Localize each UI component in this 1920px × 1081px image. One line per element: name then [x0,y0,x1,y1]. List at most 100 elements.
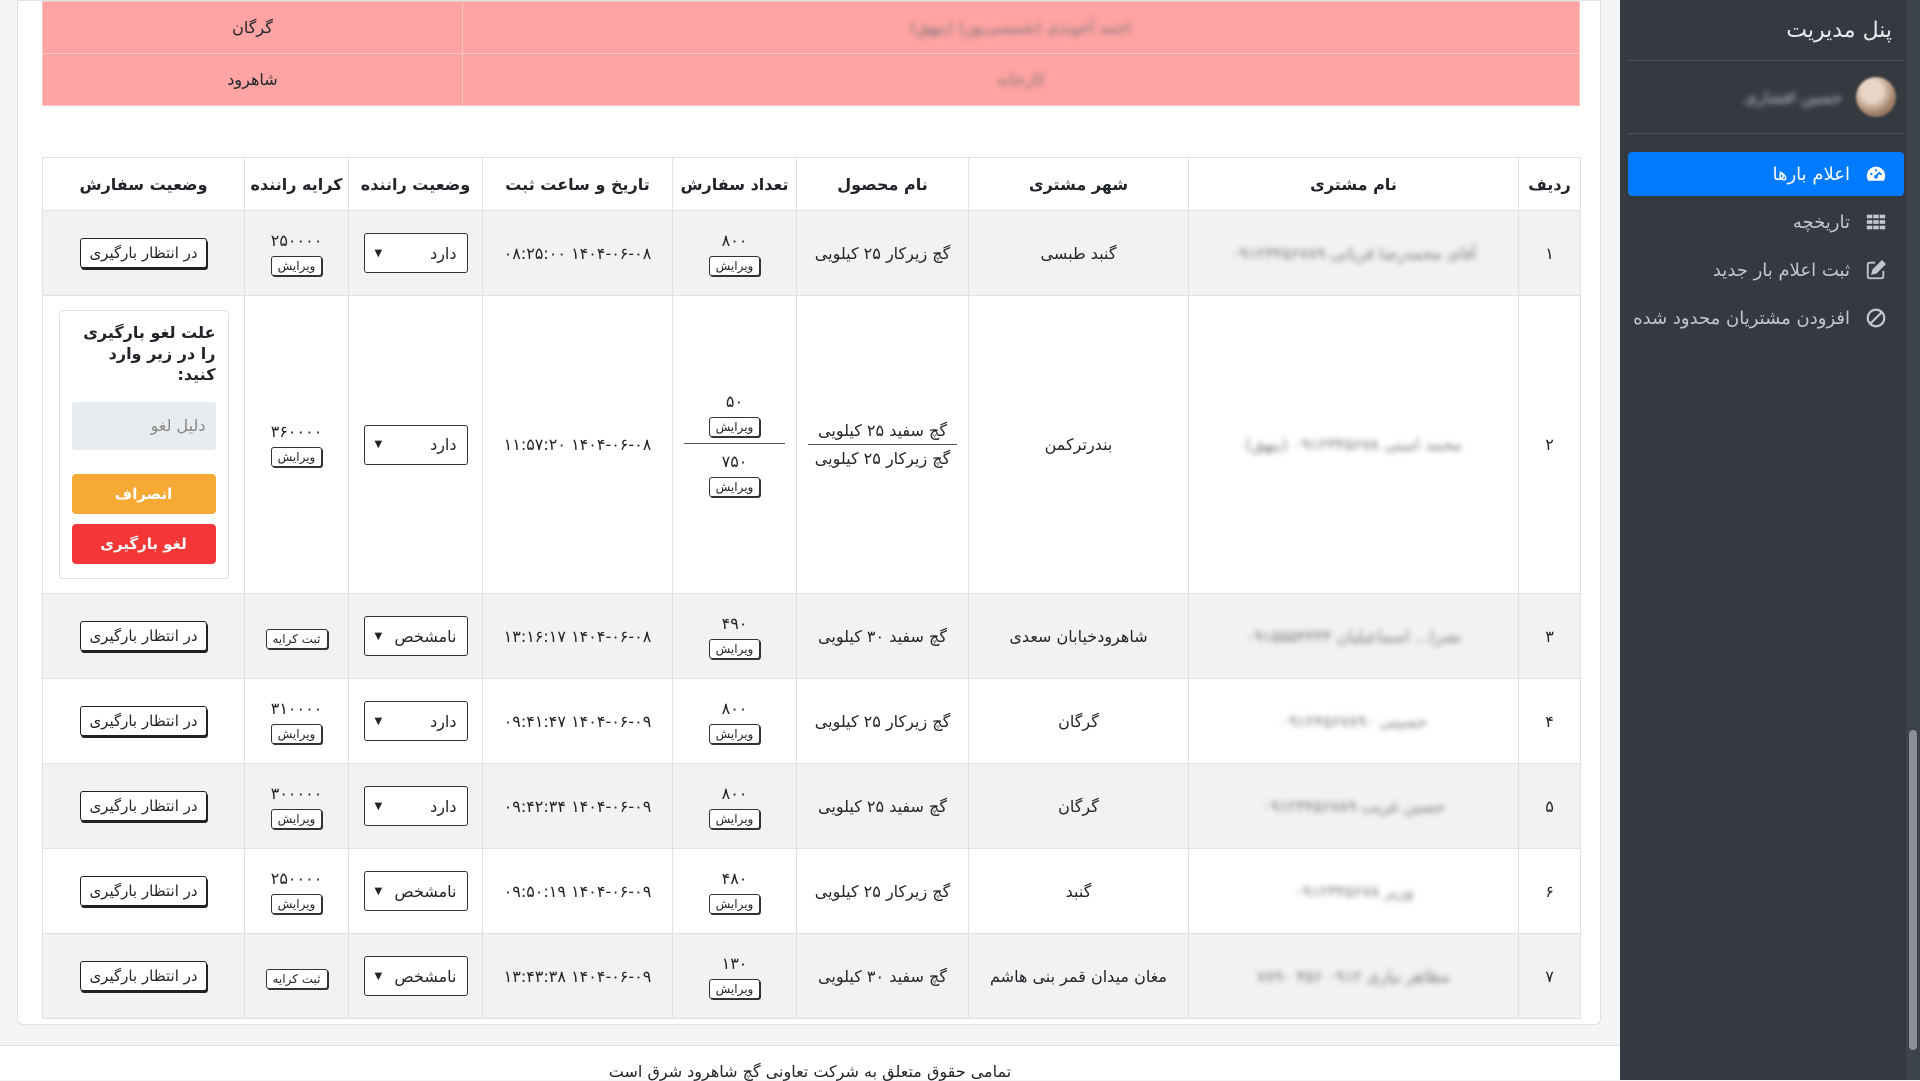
avatar[interactable] [1856,77,1896,117]
edit-qty-button[interactable]: ویرایش [708,978,761,999]
chevron-down-icon: ▼ [374,439,383,450]
sidebar-item-new-announcement[interactable]: ثبت اعلام بار جدید [1628,248,1904,292]
order-status-cell: در انتظار بارگیری [42,933,245,1019]
row-number: ۱ [1518,210,1581,296]
order-qty: ۸۰۰ [721,230,748,250]
order-status-cell: در انتظار بارگیری [42,593,245,679]
ban-icon [1864,306,1888,330]
driver-fare-cell: ۲۵۰۰۰۰ ویرایش [244,848,349,934]
order-status-cell: در انتظار بارگیری [42,678,245,764]
order-datetime: ۱۴۰۴-۰۶-۰۹ ۰۹:۵۰:۱۹ [482,848,673,934]
header-datetime: تاریخ و ساعت ثبت [482,157,673,211]
highlighted-customer-name: احمد آخوندی (شمسی‌پور) (بیهق) [462,1,1580,54]
order-datetime: ۱۴۰۴-۰۶-۰۹ ۱۳:۴۳:۳۸ [482,933,673,1019]
sidebar-item-history[interactable]: تاریخچه [1628,200,1904,244]
driver-status-select[interactable]: نامشخص ▼ [363,616,468,656]
sidebar: پنل مدیریت حسین افشاری اعلام بارها تاریخ… [1620,0,1920,1080]
edit-qty-button[interactable]: ویرایش [708,893,761,914]
waiting-load-button[interactable]: در انتظار بارگیری [80,961,207,991]
edit-fare-button[interactable]: ویرایش [270,893,323,914]
driver-status-cell: دارد ▼ [348,210,483,296]
table-row: ۲ محمد امینی ۰۹۱۲۳۴۵۶۷۸ (بیهق) بندرترکمن… [42,295,1581,594]
customer-name: نصرا... اسماعیلیان ۰۹۱۵۵۵۴۴۳۳ [1188,593,1519,679]
header-driver-fare: کرایه راننده [244,157,349,211]
product-name: گچ زیرکار ۲۵ کیلویی [796,210,969,296]
chevron-down-icon: ▼ [374,885,383,897]
edit-qty-button[interactable]: ویرایش [708,255,761,276]
driver-fare: ۳۰۰۰۰۰ [270,783,323,803]
driver-status-select[interactable]: دارد ▼ [363,701,468,741]
row-number: ۵ [1518,763,1581,849]
driver-status-select[interactable]: دارد ▼ [363,233,468,273]
driver-status-select[interactable]: دارد ▼ [363,424,468,465]
customer-city: گرگان [968,678,1189,764]
highlighted-customer-name: کارخانه [462,53,1580,106]
edit-qty-button[interactable]: ویرایش [708,477,761,497]
waiting-load-button[interactable]: در انتظار بارگیری [80,791,207,821]
driver-status-select[interactable]: نامشخص ▼ [363,871,468,911]
order-qty: ۷۵۰ [721,452,748,471]
edit-fare-button[interactable]: ویرایش [270,447,323,467]
row-number: ۷ [1518,933,1581,1019]
row-number: ۲ [1518,295,1581,594]
edit-qty-button[interactable]: ویرایش [708,808,761,829]
brand-title[interactable]: پنل مدیریت [1628,0,1904,61]
order-qty: ۸۰۰ [721,698,748,718]
edit-fare-button[interactable]: ویرایش [270,723,323,744]
waiting-load-button[interactable]: در انتظار بارگیری [80,238,207,268]
edit-qty-button[interactable]: ویرایش [708,417,761,437]
driver-status-cell: دارد ▼ [348,295,483,594]
edit-qty-button[interactable]: ویرایش [708,723,761,744]
footer-copyright: تمامی حقوق متعلق به شرکت تعاونی گچ شاهرو… [608,1062,1012,1081]
chevron-down-icon: ▼ [374,630,383,642]
order-qty: ۴۸۰ [721,868,748,888]
order-datetime: ۱۴۰۴-۰۶-۰۹ ۰۹:۴۲:۳۴ [482,763,673,849]
order-qty: ۱۳۰ [721,953,748,973]
scrollbar-thumb[interactable] [1909,730,1917,1050]
register-fare-button[interactable]: ثبت کرایه [265,629,328,649]
waiting-load-button[interactable]: در انتظار بارگیری [80,621,207,651]
driver-status-cell: دارد ▼ [348,678,483,764]
product-name: گچ زیرکار ۲۵ کیلویی [796,848,969,934]
table-row: ۷ مظاهر نیازی ۰۹۱۲ ۴۵۶ ۷۸۹۰ مغان میدان ق… [42,933,1581,1019]
sidebar-item-label: اعلام بارها [1772,163,1850,185]
user-name[interactable]: حسین افشاری [1744,88,1842,107]
chevron-down-icon: ▼ [374,970,383,982]
order-status-cell: در انتظار بارگیری [42,763,245,849]
customer-city: شاهرودخیابان سعدی [968,593,1189,679]
edit-fare-button[interactable]: ویرایش [270,255,323,276]
sidebar-item-restricted-customers[interactable]: افزودن مشتریان محدود شده [1628,296,1904,340]
footer: تمامی حقوق متعلق به شرکت تعاونی گچ شاهرو… [0,1045,1620,1081]
edit-fare-button[interactable]: ویرایش [270,808,323,829]
cancel-question: علت لغو بارگیری را در زیر وارد کنید: [83,323,216,384]
driver-status-select[interactable]: دارد ▼ [363,786,468,826]
table-row: ۴ حسینی ۰۹۱۲۴۵۶۷۸۹۰ گرگان گچ زیرکار ۲۵ ک… [42,678,1581,764]
edit-qty-button[interactable]: ویرایش [708,638,761,659]
register-fare-button[interactable]: ثبت کرایه [265,969,328,989]
driver-fare: ۲۵۰۰۰۰ [270,230,323,250]
header-driver-status: وضعیت راننده [348,157,483,211]
dismiss-button[interactable]: انصراف [71,473,216,514]
table-row: ۵ حسین غریب ۰۹۱۲۳۴۵۶۷۸۹ گرگان گچ سفید ۲۵… [42,763,1581,849]
order-qty: ۴۹۰ [721,613,748,633]
cancel-load-form: علت لغو بارگیری را در زیر وارد کنید: دلی… [58,310,229,579]
cancel-reason-input[interactable]: دلیل لغو [71,401,216,450]
header-row-number: ردیف [1518,157,1581,211]
order-qty-cell: ۸۰۰ ویرایش [672,678,797,764]
highlighted-rows-table: احمد آخوندی (شمسی‌پور) (بیهق) گرگان کارخ… [42,1,1580,106]
user-panel[interactable]: حسین افشاری [1628,61,1904,134]
order-datetime: ۱۴۰۴-۰۶-۰۸ ۱۳:۱۶:۱۷ [482,593,673,679]
dashboard-icon [1864,162,1888,186]
header-customer-city: شهر مشتری [968,157,1189,211]
customer-name: آقای محمدرضا قربانی ۰۹۱۲۳۴۵۶۷۸۹ [1188,210,1519,296]
order-qty-cell: ۴۹۰ ویرایش [672,593,797,679]
header-customer-name: نام مشتری [1188,157,1519,211]
order-status-cell: در انتظار بارگیری [42,210,245,296]
driver-status-cell: دارد ▼ [348,763,483,849]
sidebar-item-label: ثبت اعلام بار جدید [1712,259,1850,281]
cancel-load-button[interactable]: لغو بارگیری [71,523,216,564]
sidebar-item-load-announcements[interactable]: اعلام بارها [1628,152,1904,196]
waiting-load-button[interactable]: در انتظار بارگیری [80,706,207,736]
driver-status-select[interactable]: نامشخص ▼ [363,956,468,996]
waiting-load-button[interactable]: در انتظار بارگیری [80,876,207,906]
